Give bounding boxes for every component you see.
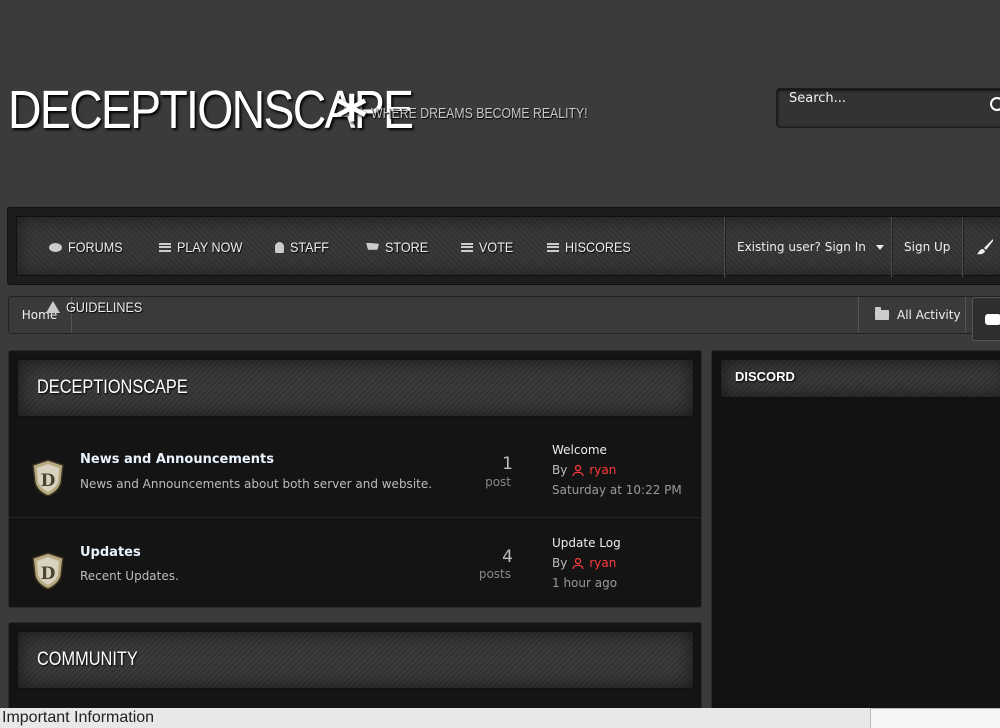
forum-shield-icon: D bbox=[32, 552, 64, 590]
last-post-user[interactable]: ryan bbox=[589, 556, 616, 570]
accept-cookies-button[interactable] bbox=[870, 708, 1000, 728]
forum-shield-icon: D bbox=[32, 459, 64, 497]
last-post-title[interactable]: Update Log bbox=[552, 536, 621, 550]
forum-row: D Updates Recent Updates. 4 posts Update… bbox=[9, 517, 701, 608]
by-label: By bbox=[552, 463, 568, 477]
main-nav: FORUMS PLAY NOW STAFF STORE VOTE HISCORE… bbox=[16, 216, 1000, 277]
search-input[interactable] bbox=[789, 91, 989, 106]
sign-in-link[interactable]: Existing user? Sign In bbox=[737, 217, 884, 277]
nav-item-staff[interactable]: STAFF bbox=[275, 217, 333, 277]
nav-item-forums[interactable]: FORUMS bbox=[49, 217, 129, 277]
nav-divider bbox=[962, 217, 963, 277]
post-count-label: post bbox=[485, 475, 511, 489]
post-count-label: posts bbox=[478, 567, 511, 581]
important-information-label: Important Information bbox=[2, 709, 155, 726]
warning-icon bbox=[46, 301, 60, 313]
cart-icon bbox=[366, 242, 379, 250]
nav-item-play-now[interactable]: PLAY NOW bbox=[159, 217, 250, 277]
youtube-button[interactable] bbox=[972, 297, 1000, 341]
all-activity-label: All Activity bbox=[897, 308, 961, 322]
forum-description: Recent Updates. bbox=[80, 569, 179, 583]
nav-item-vote[interactable]: VOTE bbox=[461, 217, 517, 277]
last-post-author: By ryan bbox=[552, 463, 616, 477]
last-post-title[interactable]: Welcome bbox=[552, 443, 607, 457]
important-information-bar: Important Information bbox=[0, 708, 1000, 728]
nav-divider bbox=[891, 217, 892, 277]
category-panel: DECEPTIONSCAPE D News and Announcements … bbox=[8, 350, 702, 608]
category-title[interactable]: DECEPTIONSCAPE bbox=[37, 377, 188, 399]
forum-description: News and Announcements about both server… bbox=[80, 477, 433, 491]
category-header: COMMUNITY bbox=[17, 631, 694, 689]
last-post-author: By ryan bbox=[552, 556, 616, 570]
last-post-user[interactable]: ryan bbox=[589, 463, 616, 477]
sign-up-label: Sign Up bbox=[904, 240, 951, 254]
post-count: 4 bbox=[502, 547, 513, 567]
discord-widget: DISCORD bbox=[711, 350, 1000, 720]
breadcrumb bbox=[8, 296, 1000, 334]
nav-item-store[interactable]: STORE bbox=[366, 217, 433, 277]
all-activity-link[interactable]: All Activity bbox=[858, 297, 966, 333]
menu-icon bbox=[159, 242, 171, 252]
nav-item-guidelines[interactable]: GUIDELINES bbox=[46, 297, 151, 317]
forum-title[interactable]: Updates bbox=[80, 545, 141, 560]
nav-divider bbox=[724, 217, 725, 277]
by-label: By bbox=[552, 556, 568, 570]
sign-in-label: Existing user? Sign In bbox=[737, 240, 866, 254]
nav-label: STAFF bbox=[290, 239, 329, 255]
site-tagline: WHERE DREAMS BECOME REALITY! bbox=[371, 105, 588, 122]
youtube-icon bbox=[985, 314, 1000, 325]
nav-label: HISCORES bbox=[565, 239, 631, 255]
category-header: DECEPTIONSCAPE bbox=[17, 359, 694, 417]
user-icon bbox=[275, 241, 284, 253]
svg-text:D: D bbox=[41, 564, 56, 584]
nav-label: FORUMS bbox=[68, 239, 123, 255]
menu-icon bbox=[547, 242, 559, 252]
widget-header: DISCORD bbox=[720, 359, 1000, 398]
svg-text:D: D bbox=[41, 471, 56, 491]
theme-brush-icon[interactable] bbox=[976, 238, 994, 256]
category-panel: COMMUNITY bbox=[8, 622, 702, 722]
nav-label: GUIDELINES bbox=[66, 299, 143, 315]
last-post-date: 1 hour ago bbox=[552, 576, 618, 590]
folder-open-icon bbox=[875, 307, 889, 320]
chat-icon bbox=[49, 242, 62, 252]
nav-label: STORE bbox=[385, 239, 429, 255]
menu-icon bbox=[461, 242, 473, 252]
chevron-down-icon bbox=[875, 244, 884, 250]
post-count: 1 bbox=[502, 454, 513, 474]
forum-title[interactable]: News and Announcements bbox=[80, 452, 274, 467]
widget-title: DISCORD bbox=[735, 369, 795, 384]
search-icon[interactable] bbox=[990, 97, 1000, 111]
group-icon bbox=[572, 557, 584, 569]
group-icon bbox=[572, 464, 584, 476]
nav-label: PLAY NOW bbox=[177, 239, 243, 255]
nav-label: VOTE bbox=[479, 239, 514, 255]
last-post-date: Saturday at 10:22 PM bbox=[552, 483, 682, 497]
category-title[interactable]: COMMUNITY bbox=[37, 649, 138, 671]
nav-item-hiscores[interactable]: HISCORES bbox=[547, 217, 638, 277]
search-box[interactable] bbox=[776, 88, 1000, 128]
sign-up-link[interactable]: Sign Up bbox=[904, 217, 950, 277]
asterisk-logo-icon: * bbox=[336, 83, 368, 153]
forum-row: D News and Announcements News and Announ… bbox=[9, 425, 701, 516]
